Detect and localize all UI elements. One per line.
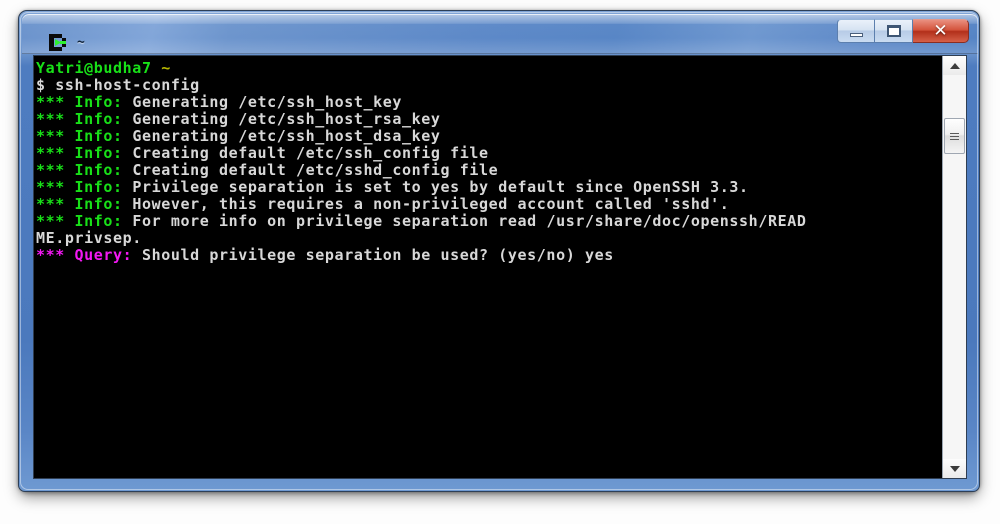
terminal-text-segment: Should privilege separation be used? (ye… — [132, 246, 614, 264]
terminal-client-area: Yatri@budha7 ~ $ ssh-host-config *** Info:… — [33, 55, 967, 479]
terminal-line: $ ssh-host-config — [36, 77, 942, 94]
terminal-text-segment: *** Info: — [36, 127, 123, 145]
terminal-text-segment: *** Info: — [36, 110, 123, 128]
window-controls: ✕ — [837, 19, 969, 45]
terminal-text-segment: *** Info: — [36, 212, 123, 230]
minimize-button[interactable] — [837, 19, 875, 43]
grip-line — [950, 132, 959, 134]
terminal-text-segment: *** Info: — [36, 144, 123, 162]
terminal-text-segment: *** Info: — [36, 161, 123, 179]
terminal-line: *** Info: Privilege separation is set to… — [36, 179, 942, 196]
scroll-up-arrow-icon — [949, 62, 960, 69]
terminal-text-segment: Generating /etc/ssh_host_rsa_key — [122, 110, 441, 128]
titlebar-glass — [22, 14, 978, 54]
terminal-text-segment: ME.privsep. — [36, 229, 142, 247]
terminal-text-segment: However, this requires a non-privileged … — [122, 195, 730, 213]
terminal-line: *** Info: Creating default /etc/sshd_con… — [36, 162, 942, 179]
terminal-text-segment: *** Query: — [36, 246, 133, 264]
terminal-text-segment: Creating default /etc/ssh_config file — [122, 144, 489, 162]
terminal-text-segment: Generating /etc/ssh_host_key — [122, 93, 402, 111]
scroll-down-button[interactable] — [943, 459, 966, 478]
terminal-line: *** Info: However, this requires a non-p… — [36, 196, 942, 213]
terminal-line: *** Info: Generating /etc/ssh_host_dsa_k… — [36, 128, 942, 145]
scroll-up-button[interactable] — [943, 56, 966, 75]
terminal-line: Yatri@budha7 ~ — [36, 60, 942, 77]
terminal-text-segment: Privilege separation is set to yes by de… — [122, 178, 749, 196]
minimize-icon — [849, 32, 863, 37]
terminal-text-segment: *** Info: — [36, 178, 123, 196]
terminal-line: *** Info: For more info on privilege sep… — [36, 213, 942, 230]
terminal-scrollbar[interactable] — [942, 56, 966, 478]
terminal-line: *** Info: Generating /etc/ssh_host_key — [36, 94, 942, 111]
terminal-text-segment: For more info on privilege separation re… — [122, 212, 807, 230]
close-icon: ✕ — [933, 20, 948, 41]
titlebar[interactable]: ~ ✕ — [19, 11, 979, 56]
terminal-line: *** Info: Generating /etc/ssh_host_rsa_k… — [36, 111, 942, 128]
scroll-down-arrow-icon — [949, 465, 960, 472]
grip-line — [950, 135, 959, 137]
terminal-line: ME.privsep. — [36, 230, 942, 247]
maximize-icon — [886, 25, 901, 37]
terminal-line: *** Query: Should privilege separation b… — [36, 247, 942, 264]
terminal-window: ~ ✕ Yatri@budha7 ~ $ ssh-host-config *** I… — [18, 10, 980, 492]
terminal-text-segment: Creating default /etc/sshd_config file — [122, 161, 499, 179]
terminal-text-segment: ~ — [161, 59, 171, 77]
terminal-output[interactable]: Yatri@budha7 ~ $ ssh-host-config *** Info:… — [34, 56, 942, 478]
terminal-text-segment: *** Info: — [36, 195, 123, 213]
cygwin-terminal-icon — [49, 34, 66, 51]
close-button[interactable]: ✕ — [913, 19, 969, 43]
grip-line — [950, 138, 959, 140]
screenshot-root: ~ ✕ Yatri@budha7 ~ $ ssh-host-config *** I… — [0, 0, 1000, 524]
terminal-text-segment: Yatri@budha7 — [36, 59, 152, 77]
scrollbar-thumb[interactable] — [944, 118, 965, 154]
scrollbar-track[interactable] — [943, 75, 966, 459]
maximize-button[interactable] — [875, 19, 913, 43]
terminal-line: *** Info: Creating default /etc/ssh_conf… — [36, 145, 942, 162]
terminal-text-segment: *** Info: — [36, 93, 123, 111]
window-title: ~ — [77, 35, 85, 50]
terminal-text-segment: Generating /etc/ssh_host_dsa_key — [122, 127, 441, 145]
terminal-text-segment: $ ssh-host-config — [36, 76, 200, 94]
